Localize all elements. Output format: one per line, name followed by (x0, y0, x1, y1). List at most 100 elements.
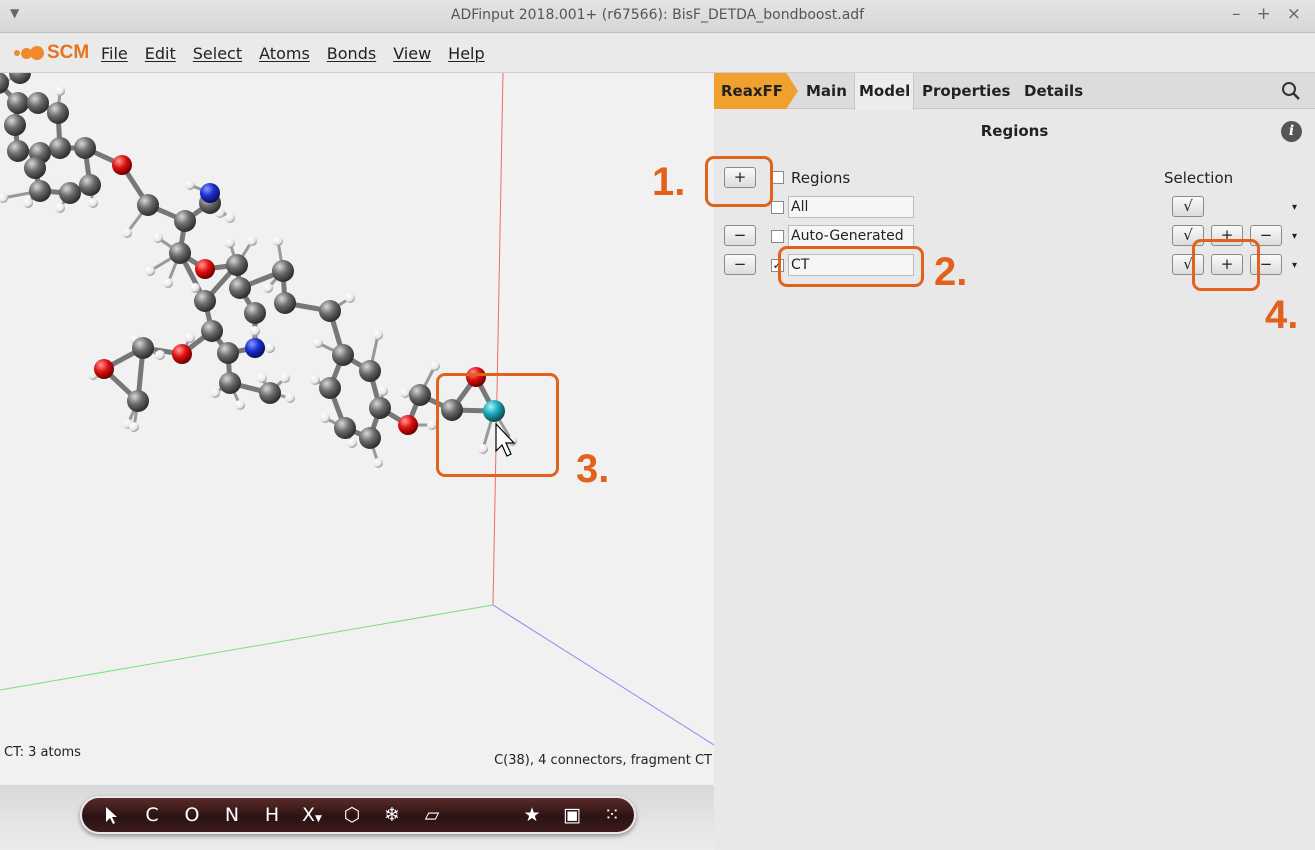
carbon-atom[interactable] (244, 302, 266, 324)
hydrogen-atom[interactable] (225, 238, 235, 248)
carbon-atom[interactable] (132, 337, 154, 359)
tool-hydrogen[interactable]: H (252, 804, 292, 826)
region-ct-dropdown-icon[interactable]: ▾ (1292, 260, 1297, 271)
scm-logo[interactable]: SCM (14, 42, 89, 64)
oxygen-atom[interactable] (398, 415, 418, 435)
hydrogen-atom[interactable] (347, 438, 357, 448)
hydrogen-atom[interactable] (400, 388, 410, 398)
hydrogen-atom[interactable] (145, 266, 155, 276)
carbon-atom[interactable] (226, 254, 248, 276)
tab-properties[interactable]: Properties (922, 73, 1010, 109)
carbon-atom[interactable] (229, 277, 251, 299)
nitrogen-atom[interactable] (200, 183, 220, 203)
menu-select[interactable]: Select (193, 44, 242, 63)
star-icon[interactable]: ★ (512, 804, 552, 826)
hydrogen-atom[interactable] (250, 326, 260, 336)
carbon-atom[interactable] (74, 137, 96, 159)
oxygen-atom[interactable] (195, 259, 215, 279)
carbon-atom[interactable] (359, 427, 381, 449)
region-all-name[interactable]: All (788, 196, 914, 218)
oxygen-atom[interactable] (94, 359, 114, 379)
carbon-atom[interactable] (9, 73, 31, 84)
carbon-atom[interactable] (201, 320, 223, 342)
carbon-atom[interactable] (272, 260, 294, 282)
carbon-atom[interactable] (194, 290, 216, 312)
hydrogen-atom[interactable] (263, 283, 273, 293)
close-button[interactable]: × (1287, 4, 1301, 24)
tool-carbon[interactable]: C (132, 804, 172, 826)
carbon-atom[interactable] (59, 182, 81, 204)
arrow-pointer-icon[interactable] (102, 805, 122, 825)
search-icon[interactable] (1281, 81, 1301, 101)
region-auto-generated-checkbox[interactable] (771, 230, 784, 243)
hydrogen-atom[interactable] (310, 375, 320, 385)
remove-auto-generated-button[interactable]: − (724, 225, 756, 246)
hydrogen-atom[interactable] (313, 338, 323, 348)
carbon-atom[interactable] (137, 194, 159, 216)
maximize-button[interactable]: + (1257, 4, 1271, 24)
hydrogen-atom[interactable] (235, 400, 245, 410)
remove-ct-button[interactable]: − (724, 254, 756, 275)
carbon-atom[interactable] (4, 114, 26, 136)
hydrogen-atom[interactable] (247, 236, 257, 246)
carbon-atom[interactable] (259, 382, 281, 404)
region-all-dropdown-icon[interactable]: ▾ (1292, 202, 1297, 213)
region-auto-generated-dropdown-icon[interactable]: ▾ (1292, 231, 1297, 242)
menu-file[interactable]: File (101, 44, 128, 63)
tool-other-element[interactable]: X▼ (292, 804, 332, 826)
hydrogen-atom[interactable] (373, 330, 383, 340)
carbon-atom[interactable] (24, 157, 46, 179)
hydrogen-atom[interactable] (430, 361, 440, 371)
hydrogen-atom[interactable] (23, 198, 33, 208)
carbon-atom[interactable] (359, 360, 381, 382)
menu-help[interactable]: Help (448, 44, 484, 63)
hydrogen-atom[interactable] (88, 198, 98, 208)
hydrogen-atom[interactable] (0, 193, 8, 203)
menu-view[interactable]: View (393, 44, 431, 63)
hydrogen-atom[interactable] (129, 422, 139, 432)
hydrogen-atom[interactable] (185, 180, 195, 190)
nitrogen-atom[interactable] (245, 338, 265, 358)
hydrogen-atom[interactable] (155, 350, 165, 360)
molecule-canvas[interactable] (0, 73, 714, 785)
carbon-atom[interactable] (47, 102, 69, 124)
carbon-atom[interactable] (79, 174, 101, 196)
carbon-atom[interactable] (7, 140, 29, 162)
carbon-atom[interactable] (369, 397, 391, 419)
carbon-atom[interactable] (27, 92, 49, 114)
tool-oxygen[interactable]: O (172, 804, 212, 826)
hydrogen-atom[interactable] (122, 228, 132, 238)
hydrogen-atom[interactable] (265, 343, 275, 353)
tab-reaxff[interactable]: ReaxFF (714, 73, 798, 109)
hydrogen-atom[interactable] (225, 213, 235, 223)
hydrogen-atom[interactable] (163, 278, 173, 288)
region-auto-generated-name[interactable]: Auto-Generated (788, 225, 914, 247)
tool-nitrogen[interactable]: N (212, 804, 252, 826)
carbon-atom[interactable] (169, 242, 191, 264)
hydrogen-atom[interactable] (345, 293, 355, 303)
carbon-atom[interactable] (332, 344, 354, 366)
minimize-button[interactable]: – (1232, 4, 1241, 24)
tab-main[interactable]: Main (806, 73, 847, 109)
carbon-atom[interactable] (127, 390, 149, 412)
tab-model[interactable]: Model (854, 73, 914, 110)
menu-atoms[interactable]: Atoms (259, 44, 310, 63)
hydrogen-atom[interactable] (320, 413, 330, 423)
menu-bonds[interactable]: Bonds (327, 44, 376, 63)
hydrogen-atom[interactable] (55, 203, 65, 213)
dots-icon[interactable]: ⁙ (592, 804, 632, 826)
carbon-atom[interactable] (7, 92, 29, 114)
hydrogen-atom[interactable] (378, 386, 388, 396)
oxygen-atom[interactable] (172, 344, 192, 364)
carbon-atom[interactable] (29, 180, 51, 202)
carbon-atom[interactable] (174, 210, 196, 232)
info-icon[interactable]: i (1281, 121, 1302, 142)
oxygen-atom[interactable] (112, 155, 132, 175)
ring-icon[interactable]: ⬡ (332, 804, 372, 826)
hydrogen-atom[interactable] (273, 236, 283, 246)
carbon-atom[interactable] (409, 384, 431, 406)
carbon-atom[interactable] (319, 377, 341, 399)
plane-icon[interactable]: ▱ (412, 804, 452, 826)
hydrogen-atom[interactable] (373, 458, 383, 468)
hydrogen-atom[interactable] (280, 373, 290, 383)
